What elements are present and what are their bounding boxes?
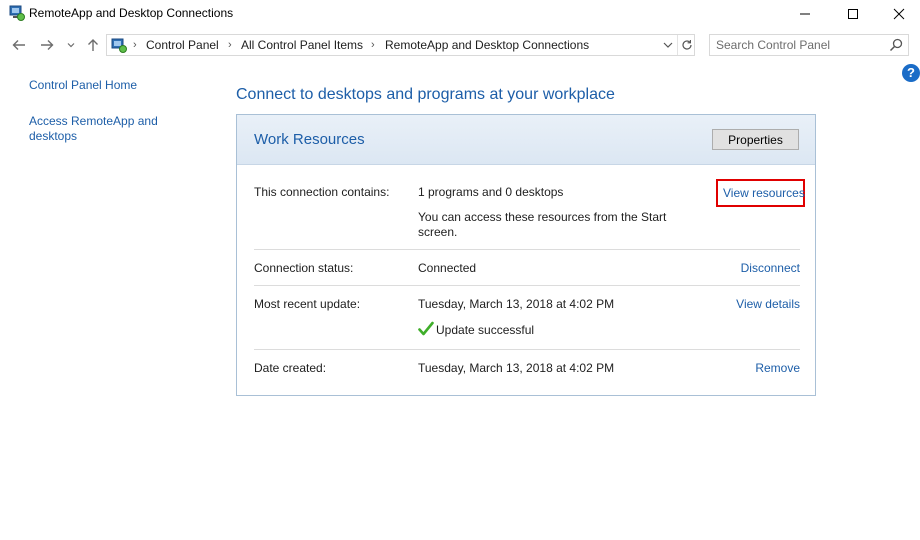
work-resources-panel: Work Resources Properties This connectio… bbox=[236, 114, 816, 396]
address-bar[interactable]: › Control Panel › All Control Panel Item… bbox=[106, 34, 695, 56]
contains-value: 1 programs and 0 desktops bbox=[418, 185, 564, 199]
help-icon[interactable]: ? bbox=[902, 64, 920, 82]
search-icon[interactable] bbox=[889, 38, 903, 52]
checkmark-icon bbox=[418, 321, 434, 337]
breadcrumb-control-panel[interactable]: Control Panel bbox=[146, 35, 219, 55]
disconnect-link[interactable]: Disconnect bbox=[741, 261, 800, 275]
created-row: Date created: Tuesday, March 13, 2018 at… bbox=[254, 361, 800, 377]
window-title: RemoteApp and Desktop Connections bbox=[29, 6, 234, 20]
recent-locations-button[interactable] bbox=[64, 34, 78, 56]
refresh-icon[interactable] bbox=[677, 35, 696, 55]
back-button[interactable] bbox=[10, 34, 28, 56]
update-row: Most recent update: Tuesday, March 13, 2… bbox=[254, 297, 800, 339]
update-result: Update successful bbox=[436, 323, 535, 337]
breadcrumb-separator-icon[interactable]: › bbox=[228, 35, 232, 55]
row-divider bbox=[254, 349, 800, 350]
panel-title: Work Resources bbox=[254, 131, 365, 148]
properties-button[interactable]: Properties bbox=[712, 129, 799, 150]
status-value: Connected bbox=[418, 261, 477, 275]
view-resources-link[interactable]: View resources bbox=[723, 186, 805, 200]
title-bar: RemoteApp and Desktop Connections bbox=[0, 0, 920, 28]
navigation-bar: › Control Panel › All Control Panel Item… bbox=[0, 32, 920, 60]
page-title: Connect to desktops and programs at your… bbox=[236, 86, 615, 103]
row-divider bbox=[254, 249, 800, 250]
up-button[interactable] bbox=[84, 34, 102, 56]
status-label: Connection status: bbox=[254, 261, 354, 275]
view-details-link[interactable]: View details bbox=[736, 297, 800, 311]
remoteapp-icon bbox=[9, 5, 25, 21]
breadcrumb-remoteapp[interactable]: RemoteApp and Desktop Connections bbox=[385, 35, 589, 55]
close-button[interactable] bbox=[876, 0, 920, 28]
breadcrumb-all-items[interactable]: All Control Panel Items bbox=[241, 35, 363, 55]
status-row: Connection status: Connected Disconnect bbox=[254, 261, 800, 277]
search-box[interactable] bbox=[709, 34, 909, 56]
remove-link[interactable]: Remove bbox=[755, 361, 800, 375]
panel-header: Work Resources Properties bbox=[237, 115, 815, 165]
contains-note: You can access these resources from the … bbox=[418, 210, 667, 239]
maximize-button[interactable] bbox=[830, 0, 876, 28]
view-resources-highlight: View resources bbox=[716, 179, 805, 207]
address-history-chevron-icon[interactable] bbox=[659, 35, 677, 55]
update-value: Tuesday, March 13, 2018 at 4:02 PM bbox=[418, 297, 615, 311]
forward-button[interactable] bbox=[38, 34, 56, 56]
search-input[interactable] bbox=[716, 37, 876, 53]
minimize-button[interactable] bbox=[782, 0, 828, 28]
update-label: Most recent update: bbox=[254, 297, 361, 311]
control-panel-home-link[interactable]: Control Panel Home bbox=[29, 78, 137, 93]
breadcrumb-separator-icon[interactable]: › bbox=[371, 35, 375, 55]
contains-label: This connection contains: bbox=[254, 185, 390, 199]
breadcrumb-separator-icon[interactable]: › bbox=[133, 35, 137, 55]
created-value: Tuesday, March 13, 2018 at 4:02 PM bbox=[418, 361, 615, 375]
created-label: Date created: bbox=[254, 361, 327, 375]
access-remoteapp-link[interactable]: Access RemoteApp and desktops bbox=[29, 114, 179, 144]
row-divider bbox=[254, 285, 800, 286]
control-panel-icon bbox=[111, 37, 127, 53]
